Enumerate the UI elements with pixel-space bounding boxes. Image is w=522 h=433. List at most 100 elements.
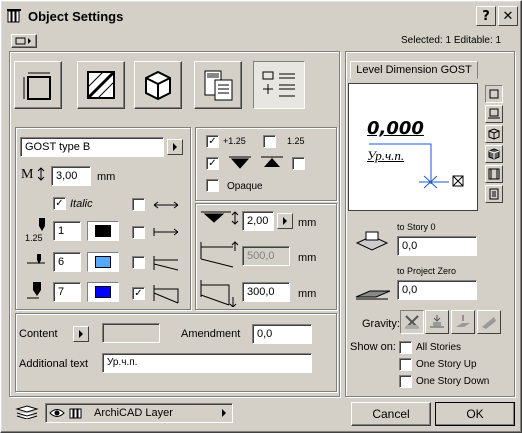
amendment-field[interactable]: 0,0 — [252, 324, 312, 344]
cube-solid-icon — [488, 148, 500, 160]
gravity-slab-top-button[interactable] — [451, 310, 475, 334]
gravity-slab-icon — [456, 315, 470, 327]
pen-field-3[interactable]: 7 — [53, 282, 81, 302]
one-story-down-checkbox[interactable] — [399, 375, 412, 388]
preview-tab[interactable]: Level Dimension GOST — [350, 61, 478, 79]
plus-125-checkbox[interactable]: ✓ — [206, 135, 219, 148]
help-icon: ? — [482, 8, 490, 24]
pen-swatch-3[interactable] — [87, 282, 119, 302]
value-125-label: 1.25 — [287, 136, 305, 146]
film-icon — [488, 168, 500, 180]
geometry-button[interactable] — [14, 61, 62, 109]
plus-125-label: +1.25 — [223, 136, 246, 146]
label-list-icon — [262, 71, 295, 97]
pen-field-1[interactable]: 1 — [53, 221, 81, 241]
all-stories-label: All Stories — [416, 342, 462, 353]
slanted-line-icon — [153, 256, 179, 271]
view-list-button[interactable] — [485, 185, 503, 203]
arrow-style-checkbox-1[interactable] — [132, 198, 145, 211]
offset-1-unit: mm — [298, 217, 317, 229]
marker-height-icon — [201, 211, 239, 225]
leader-length-icon — [200, 241, 239, 268]
hatch-icon — [86, 70, 116, 100]
opaque-label: Opaque — [227, 181, 263, 192]
offset-field-1[interactable]: 2,00 — [242, 211, 274, 231]
3d-button[interactable] — [134, 61, 182, 109]
all-stories-checkbox[interactable] — [399, 341, 412, 354]
to-story-label: to Story 0 — [397, 222, 436, 232]
leader-offset-icon — [200, 280, 237, 307]
line-end-icon — [153, 228, 179, 236]
type-select-arrow[interactable] — [167, 139, 183, 155]
view-3d-button[interactable] — [485, 125, 503, 143]
value-125-checkbox[interactable] — [263, 135, 276, 148]
ok-button[interactable]: OK — [435, 402, 515, 426]
window-menu-icon — [15, 37, 31, 45]
pen-swatch-1[interactable] — [87, 221, 119, 241]
text-size-field[interactable]: 3,00 — [51, 166, 91, 186]
opaque-checkbox[interactable] — [206, 179, 219, 192]
one-story-up-checkbox[interactable] — [399, 358, 412, 371]
double-arrow-line-icon — [153, 201, 179, 209]
marker-up-checkbox[interactable] — [292, 157, 305, 170]
offset-3-unit: mm — [298, 288, 317, 300]
gravity-zero-button[interactable] — [425, 310, 449, 334]
text-size-icon: M — [21, 167, 34, 182]
view-plan-button[interactable] — [485, 105, 503, 123]
gravity-off-button[interactable] — [400, 310, 424, 334]
help-button[interactable]: ? — [476, 6, 496, 26]
pen-swatch-2[interactable] — [87, 252, 119, 272]
one-story-down-label: One Story Down — [416, 376, 490, 387]
library-icon — [7, 9, 21, 23]
layers-icon — [15, 405, 39, 419]
italic-checkbox[interactable]: ✓ — [53, 197, 66, 210]
document-list-icon — [489, 188, 499, 200]
chevron-right-icon — [283, 217, 287, 225]
slanted-bracket-icon — [153, 285, 179, 304]
labels-button[interactable] — [253, 61, 305, 109]
triangle-up-icon — [261, 156, 283, 167]
pen-icon-3 — [27, 282, 41, 299]
close-button[interactable]: ✕ — [498, 6, 518, 26]
to-project-label: to Project Zero — [397, 266, 457, 276]
chevron-right-icon — [79, 330, 83, 338]
amendment-label: Amendment — [181, 328, 241, 340]
content-field — [102, 323, 160, 343]
offset-field-2[interactable]: 500,0 — [242, 246, 290, 266]
offset-2-unit: mm — [298, 252, 317, 264]
preview-canvas: 0,000 Ур.ч.п. — [348, 83, 478, 211]
to-story-field[interactable]: 0,0 — [397, 236, 477, 256]
view-3d-shaded-button[interactable] — [485, 145, 503, 163]
gravity-roof-button[interactable] — [477, 310, 501, 334]
triangle-down-icon — [229, 156, 251, 169]
cancel-button[interactable]: Cancel — [351, 402, 431, 426]
italic-label: Italic — [70, 198, 93, 210]
offset-1-arrow[interactable] — [277, 213, 293, 229]
arrow-style-checkbox-3[interactable] — [132, 256, 145, 269]
favorites-button[interactable] — [11, 34, 37, 48]
chevron-right-icon — [173, 143, 177, 151]
listing-button[interactable] — [194, 61, 242, 109]
content-arrow[interactable] — [73, 326, 89, 342]
arrow-style-checkbox-4[interactable]: ✓ — [132, 287, 145, 300]
object-settings-window: Object Settings ? ✕ Selected: 1 Editable… — [0, 0, 522, 433]
gravity-off-icon — [405, 315, 419, 329]
type-select[interactable]: GOST type B — [20, 137, 164, 157]
marker-down-checkbox[interactable]: ✓ — [206, 157, 219, 170]
cancel-label: Cancel — [372, 407, 410, 421]
square-icon — [489, 89, 499, 99]
arrow-style-checkbox-2[interactable] — [132, 226, 145, 239]
view-section-button[interactable] — [485, 165, 503, 183]
gravity-zero-icon — [430, 315, 444, 328]
to-project-field[interactable]: 0,0 — [397, 280, 477, 300]
to-story-icon — [355, 231, 389, 251]
pen-icon-2 — [27, 254, 45, 264]
additional-text-field[interactable]: Ур.ч.п. — [102, 353, 312, 373]
pen-icon-1 — [39, 218, 45, 231]
additional-text-label: Additional text — [19, 358, 89, 370]
offset-field-3[interactable]: 300,0 — [242, 282, 290, 302]
pen-field-2[interactable]: 6 — [53, 252, 81, 272]
chevron-right-icon — [222, 409, 226, 417]
view-2d-button[interactable] — [485, 85, 503, 103]
hatch-button[interactable] — [77, 61, 125, 109]
